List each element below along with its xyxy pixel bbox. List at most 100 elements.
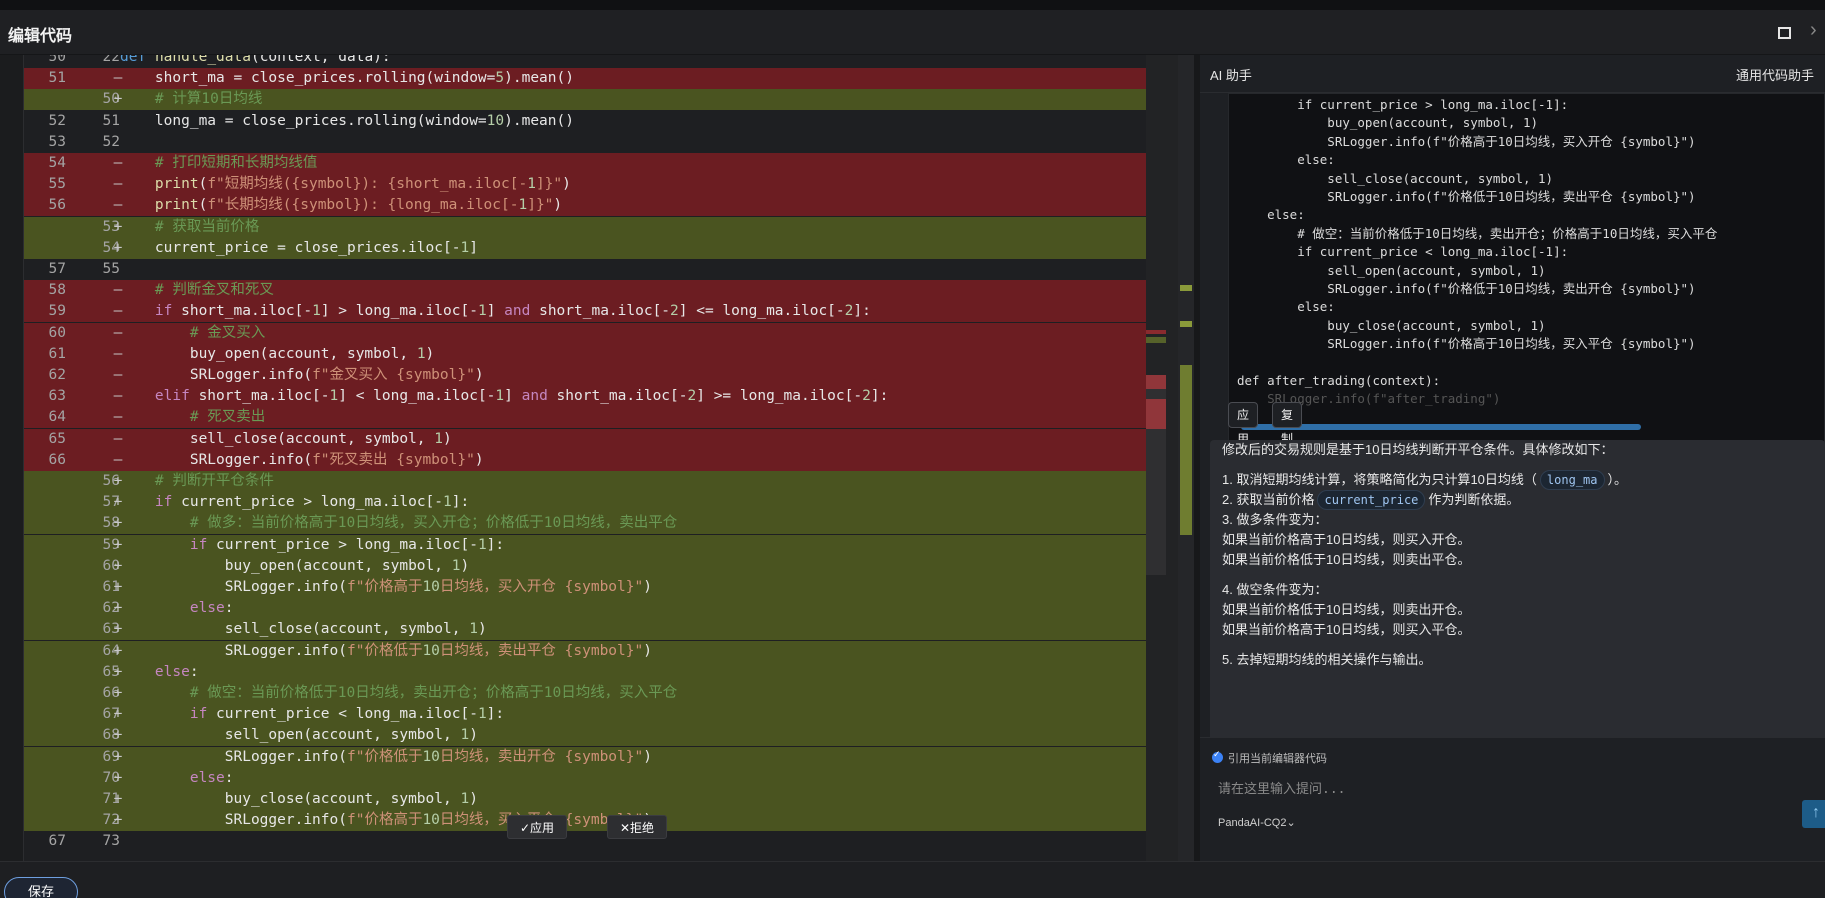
diff-line-added[interactable]: 71 + buy_close(account, symbol, 1) (24, 789, 1194, 810)
diff-line-added[interactable]: 58 + # 做多：当前价格高于10日均线，买入开仓；价格低于10日均线，卖出平仓 (24, 513, 1194, 535)
code-text[interactable]: long_ma = close_prices.rolling(window=10… (120, 111, 574, 132)
send-icon[interactable]: ↑ (1802, 800, 1825, 828)
copy-code-button[interactable]: 复制 (1272, 402, 1303, 446)
code-text[interactable]: # 死叉卖出 (120, 407, 265, 428)
modified-line-number: 73 (102, 833, 120, 850)
inline-apply-button[interactable]: ✓应用 (507, 815, 568, 839)
original-line-number: 52 (48, 112, 66, 129)
diff-line-added[interactable]: 69 + SRLogger.info(f"价格低于10日均线，卖出开仓 {symb… (24, 746, 1194, 768)
code-text[interactable]: sell_open(account, symbol, 1) (120, 725, 478, 746)
diff-line-added[interactable]: 68 + sell_open(account, symbol, 1) (24, 725, 1194, 747)
diff-line-removed[interactable]: 65— sell_close(account, symbol, 1) (24, 428, 1194, 450)
code-text[interactable]: short_ma = close_prices.rolling(window=5… (120, 68, 574, 89)
code-text[interactable]: # 打印短期和长期均线值 (120, 153, 317, 174)
question-input[interactable]: 请在这里输入提问... (1218, 778, 1345, 797)
diff-line-removed[interactable]: 56— print(f"长期均线({symbol}): {long_ma.ilo… (24, 195, 1194, 217)
diff-line-added[interactable]: 57 + if current_price > long_ma.iloc[-1]: (24, 492, 1194, 514)
ai-code-line: def after_trading(context): (1237, 373, 1441, 388)
diff-line-added[interactable]: 56 + # 判断开平仓条件 (24, 471, 1194, 492)
apply-code-button[interactable]: 应用 (1228, 402, 1259, 446)
diff-line-added[interactable]: 59 + if current_price > long_ma.iloc[-1]: (24, 534, 1194, 556)
code-line[interactable]: 53 52 (24, 131, 1194, 153)
diff-line-added[interactable]: 65 + else: (24, 661, 1194, 683)
code-text[interactable]: buy_close(account, symbol, 1) (120, 789, 478, 810)
code-text[interactable]: SRLogger.info(f"金叉买入 {symbol}") (120, 365, 484, 386)
code-text[interactable]: # 判断金叉和死叉 (120, 280, 274, 301)
diff-line-removed[interactable]: 61— buy_open(account, symbol, 1) (24, 343, 1194, 365)
code-text[interactable]: else: (120, 598, 234, 619)
diff-editor[interactable]: 50 22 def handle_data(context, data): 51— s… (24, 55, 1194, 861)
diff-line-removed[interactable]: 64— # 死叉卖出 (24, 407, 1194, 429)
diff-line-added[interactable]: 61 + SRLogger.info(f"价格高于10日均线，买入开仓 {symb… (24, 577, 1194, 598)
diff-line-added[interactable]: 50 + # 计算10日均线 (24, 89, 1194, 111)
diff-line-added[interactable]: 67 + if current_price < long_ma.iloc[-1]: (24, 704, 1194, 726)
diff-line-added[interactable]: 60 + buy_open(account, symbol, 1) (24, 555, 1194, 577)
code-text[interactable]: if current_price < long_ma.iloc[-1]: (120, 704, 504, 725)
ai-code-line: sell_close(account, symbol, 1) (1237, 170, 1554, 186)
diff-line-removed[interactable]: 60— # 金叉买入 (24, 322, 1194, 344)
diff-line-added[interactable]: 53 + # 获取当前价格 (24, 216, 1194, 238)
original-line-number: 67 (48, 833, 66, 850)
code-text[interactable]: # 金叉买入 (120, 323, 265, 344)
diff-line-removed[interactable]: 54— # 打印短期和长期均线值 (24, 153, 1194, 174)
diff-line-removed[interactable]: 63— elif short_ma.iloc[-1] < long_ma.ilo… (24, 386, 1194, 408)
original-line-number: 65 (48, 430, 66, 447)
code-text[interactable]: if current_price > long_ma.iloc[-1]: (120, 535, 504, 556)
diff-line-removed[interactable]: 51— short_ma = close_prices.rolling(wind… (24, 68, 1194, 90)
code-text[interactable]: buy_open(account, symbol, 1) (120, 556, 469, 577)
code-text[interactable]: current_price = close_prices.iloc[-1] (120, 238, 478, 259)
diff-line-removed[interactable]: 58— # 判断金叉和死叉 (24, 280, 1194, 302)
modified-line-number: 55 (102, 261, 120, 277)
ai-code-line: else: (1237, 299, 1335, 315)
diff-line-added[interactable]: 70 + else: (24, 767, 1194, 789)
code-text[interactable]: # 判断开平仓条件 (120, 471, 274, 492)
inline-reject-button[interactable]: ✕拒绝 (607, 815, 668, 839)
save-button[interactable]: 保存 (4, 877, 78, 898)
ai-code-line: if current_price < long_ma.iloc[-1]: (1237, 244, 1569, 260)
ai-code-line: sell_open(account, symbol, 1) (1237, 262, 1546, 278)
code-text[interactable]: if current_price > long_ma.iloc[-1]: (120, 492, 469, 513)
code-text[interactable]: buy_open(account, symbol, 1) (120, 344, 434, 365)
code-text[interactable]: SRLogger.info(f"死叉卖出 {symbol}") (120, 450, 484, 471)
code-text[interactable]: SRLogger.info(f"价格高于10日均线，买入平仓 {symbol}"… (120, 810, 652, 831)
diff-line-added[interactable]: 66 + # 做空：当前价格低于10日均线，卖出开仓；价格高于10日均线，买入平仓 (24, 683, 1194, 704)
diff-line-removed[interactable]: 62— SRLogger.info(f"金叉买入 {symbol}") (24, 365, 1194, 386)
diff-line-added[interactable]: 54 + current_price = close_prices.iloc[-1… (24, 237, 1194, 259)
close-icon[interactable]: › (1810, 19, 1817, 42)
diff-line-removed[interactable]: 59— if short_ma.iloc[-1] > long_ma.iloc[… (24, 301, 1194, 323)
diff-line-added[interactable]: 63 + sell_close(account, symbol, 1) (24, 619, 1194, 641)
editor-minimap[interactable] (1146, 55, 1178, 861)
code-line[interactable]: 57 55 (24, 259, 1194, 280)
code-text[interactable]: else: (120, 768, 234, 789)
code-text[interactable]: sell_close(account, symbol, 1) (120, 429, 452, 450)
answer-intro: 修改后的交易规则是基于10日均线判断开平仓条件。具体修改如下： (1222, 442, 1614, 457)
maximize-icon[interactable] (1778, 27, 1791, 39)
reference-code-checkbox[interactable] (1212, 749, 1223, 763)
diff-line-added[interactable]: 62 + else: (24, 598, 1194, 620)
ai-code-block: SRLogger.info(f"after_trading") def after… (1228, 93, 1825, 448)
code-text[interactable]: # 做多：当前价格高于10日均线，买入开仓；价格低于10日均线，卖出平仓 (120, 513, 677, 534)
code-text[interactable]: SRLogger.info(f"价格高于10日均线，买入开仓 {symbol}"… (120, 577, 652, 598)
code-text[interactable]: else: (120, 662, 199, 683)
diff-line-added[interactable]: 64 + SRLogger.info(f"价格低于10日均线，卖出平仓 {symb… (24, 640, 1194, 662)
ai-mode-selector[interactable]: 通用代码助手 (1736, 65, 1814, 84)
code-text[interactable]: if short_ma.iloc[-1] > long_ma.iloc[-1] … (120, 301, 871, 322)
original-line-number: 54 (48, 155, 66, 171)
code-line[interactable]: 52 51 long_ma = close_prices.rolling(wind… (24, 110, 1194, 132)
original-line-number: 64 (48, 409, 66, 426)
code-text[interactable]: # 做空：当前价格低于10日均线，卖出开仓；价格高于10日均线，买入平仓 (120, 683, 677, 704)
code-text[interactable]: SRLogger.info(f"价格低于10日均线，卖出开仓 {symbol}"… (120, 747, 652, 768)
code-text[interactable]: def handle_data(context, data): (120, 55, 391, 68)
code-text[interactable]: elif short_ma.iloc[-1] < long_ma.iloc[-1… (120, 386, 888, 407)
model-selector[interactable]: PandaAI-CQ2⌄ (1218, 816, 1296, 829)
code-text[interactable]: SRLogger.info(f"价格低于10日均线，卖出平仓 {symbol}"… (120, 641, 652, 662)
code-text[interactable]: sell_close(account, symbol, 1) (120, 619, 487, 640)
code-text[interactable]: # 计算10日均线 (120, 89, 262, 110)
code-line[interactable]: 50 22 def handle_data(context, data): (24, 55, 1194, 68)
code-text[interactable]: print(f"短期均线({symbol}): {short_ma.iloc[-… (120, 174, 571, 195)
code-text[interactable]: # 获取当前价格 (120, 217, 259, 238)
diff-line-removed[interactable]: 66— SRLogger.info(f"死叉卖出 {symbol}") (24, 449, 1194, 471)
code-text[interactable]: print(f"长期均线({symbol}): {long_ma.iloc[-1… (120, 195, 562, 216)
modified-line-number: 22 (102, 55, 120, 65)
diff-line-removed[interactable]: 55— print(f"短期均线({symbol}): {short_ma.il… (24, 174, 1194, 196)
